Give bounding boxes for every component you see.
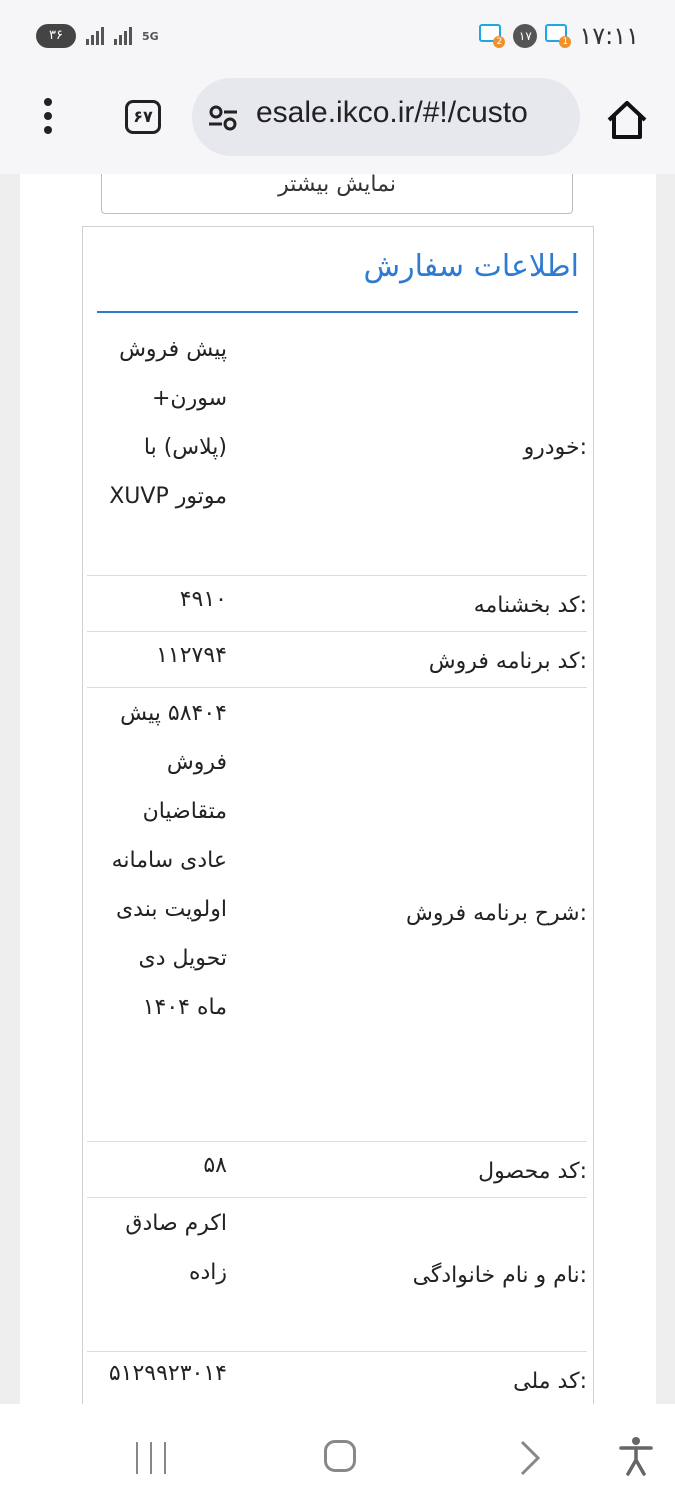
row-divider bbox=[87, 1351, 587, 1352]
tab-switcher-button[interactable]: ۶۷ bbox=[125, 100, 161, 134]
home-nav-icon[interactable] bbox=[324, 1440, 356, 1472]
title-divider bbox=[97, 311, 578, 313]
back-icon[interactable] bbox=[514, 1438, 544, 1478]
field-row-sales-program-description: شرح برنامه فروش: ۵۸۴۰۴ پیش فروش متقاضیان… bbox=[87, 689, 587, 1139]
field-label: کد بخشنامه: bbox=[473, 593, 587, 618]
row-divider bbox=[87, 575, 587, 576]
field-label: کد ملی: bbox=[513, 1369, 587, 1394]
field-row-circular-code: کد بخشنامه: ۴۹۱۰ bbox=[87, 577, 587, 631]
field-value: ۱۱۲۷۹۴ bbox=[156, 643, 227, 668]
web-page: نمایش بیشتر اطلاعات سفارش خودرو: پیش فرو… bbox=[0, 174, 675, 1404]
more-options-icon[interactable] bbox=[40, 98, 56, 138]
field-row-national-id: کد ملی: ۵۱۲۹۹۲۳۰۱۴ bbox=[87, 1353, 587, 1404]
status-right-cluster: 2 ۱۷ 1 ۱۷:۱۱ bbox=[479, 22, 639, 50]
signal-icon bbox=[86, 27, 104, 45]
row-divider bbox=[87, 687, 587, 688]
status-left-cluster: ۳۶ 5G bbox=[36, 24, 159, 48]
message-notification-icon: 2 bbox=[479, 24, 506, 48]
field-row-vehicle: خودرو: پیش فروش سورن+ (پلاس) با موتور XU… bbox=[87, 325, 587, 575]
section-title: اطلاعات سفارش bbox=[363, 249, 580, 284]
field-value: ۵۱۲۹۹۲۳۰۱۴ bbox=[108, 1361, 227, 1386]
notification-count-badge: ۱۷ bbox=[513, 24, 538, 48]
page-content: نمایش بیشتر اطلاعات سفارش خودرو: پیش فرو… bbox=[20, 174, 656, 1404]
home-icon[interactable] bbox=[605, 98, 649, 142]
site-settings-icon[interactable] bbox=[208, 104, 238, 132]
field-label: کد محصول: bbox=[478, 1159, 587, 1184]
field-row-product-code: کد محصول: ۵۸ bbox=[87, 1143, 587, 1197]
row-divider bbox=[87, 1141, 587, 1142]
battery-icon: ۳۶ bbox=[36, 24, 76, 48]
field-label: نام و نام خانوادگی: bbox=[412, 1263, 587, 1288]
field-label: شرح برنامه فروش: bbox=[406, 901, 587, 926]
address-bar[interactable]: esale.ikco.ir/#!/custo bbox=[192, 78, 580, 156]
recent-apps-icon[interactable] bbox=[136, 1442, 166, 1474]
row-divider bbox=[87, 1197, 587, 1198]
field-value: ۵۸ bbox=[203, 1153, 227, 1178]
signal-icon-2 bbox=[114, 27, 132, 45]
field-row-full-name: نام و نام خانوادگی: اکرم صادق زاده bbox=[87, 1199, 587, 1351]
field-label: کد برنامه فروش: bbox=[428, 649, 587, 674]
network-type: 5G bbox=[142, 29, 159, 43]
row-divider bbox=[87, 631, 587, 632]
order-info-card: اطلاعات سفارش خودرو: پیش فروش سورن+ (پلا… bbox=[82, 226, 594, 1404]
status-bar: 2 ۱۷ 1 ۱۷:۱۱ ۳۶ 5G bbox=[0, 0, 675, 72]
field-value: ۵۸۴۰۴ پیش فروش متقاضیان عادی سامانه اولو… bbox=[111, 701, 227, 1020]
field-row-sales-program-code: کد برنامه فروش: ۱۱۲۷۹۴ bbox=[87, 633, 587, 687]
accessibility-icon[interactable] bbox=[618, 1436, 654, 1476]
show-more-button[interactable]: نمایش بیشتر bbox=[101, 174, 573, 214]
field-value: پیش فروش سورن+ (پلاس) با موتور XUVP bbox=[109, 337, 227, 509]
message-notification-icon-2: 1 bbox=[545, 24, 572, 48]
field-value: اکرم صادق زاده bbox=[125, 1211, 227, 1285]
browser-toolbar: ۶۷ esale.ikco.ir/#!/custo bbox=[0, 72, 675, 174]
field-value: ۴۹۱۰ bbox=[179, 587, 227, 612]
field-label: خودرو: bbox=[523, 435, 587, 460]
system-navigation-bar bbox=[0, 1404, 675, 1500]
clock: ۱۷:۱۱ bbox=[579, 22, 639, 50]
url-text[interactable]: esale.ikco.ir/#!/custo bbox=[256, 96, 528, 130]
